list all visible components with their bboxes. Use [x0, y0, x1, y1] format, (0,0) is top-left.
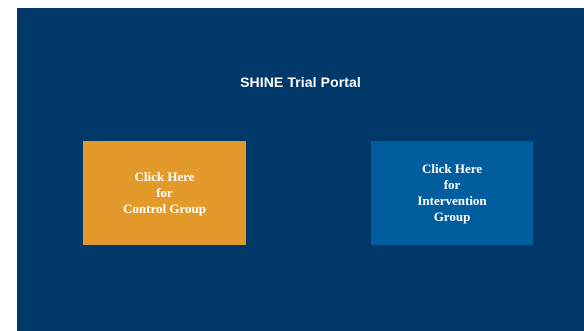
control-group-button-label: Click Here for Control Group	[123, 169, 206, 216]
intervention-group-button[interactable]: Click Here for Intervention Group	[371, 141, 533, 245]
portal-title: SHINE Trial Portal	[240, 74, 361, 90]
portal-panel: SHINE Trial Portal Click Here for Contro…	[17, 8, 584, 331]
control-group-button[interactable]: Click Here for Control Group	[83, 141, 246, 245]
screenshot-frame: SHINE Trial Portal Click Here for Contro…	[0, 0, 584, 331]
intervention-group-button-label: Click Here for Intervention Group	[417, 161, 487, 224]
